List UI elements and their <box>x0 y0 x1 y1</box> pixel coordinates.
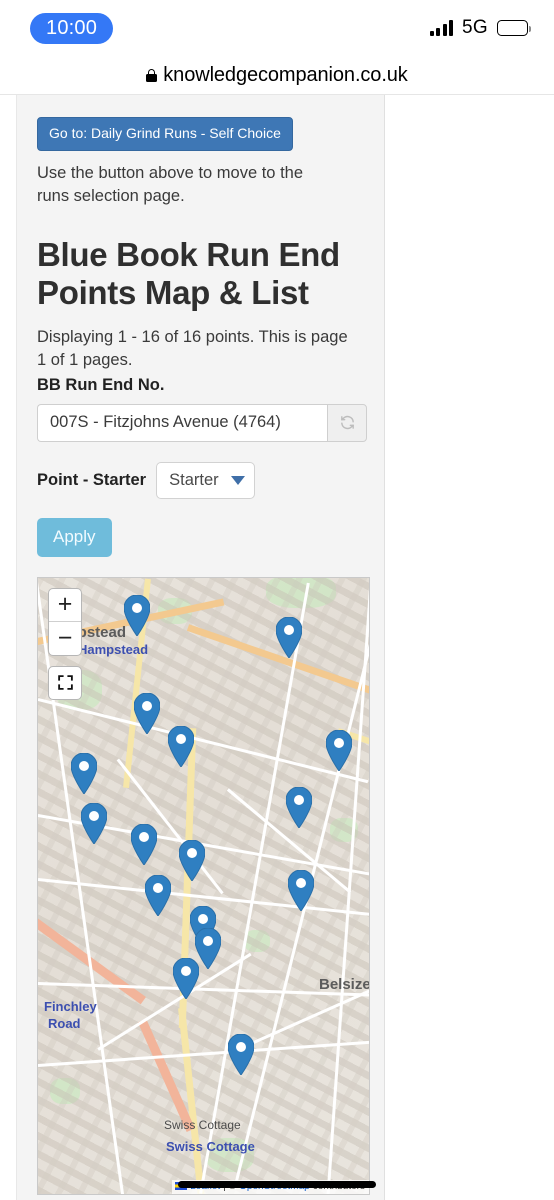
lock-icon <box>146 68 158 82</box>
map-marker[interactable] <box>326 729 352 771</box>
point-type-row: Point - Starter Starter <box>37 461 364 499</box>
map-marker[interactable] <box>145 874 171 916</box>
battery-full-icon <box>497 20 531 36</box>
map-marker[interactable] <box>168 725 194 767</box>
map-label: Swiss Cottage <box>164 1117 241 1132</box>
page-title: Blue Book Run End Points Map & List <box>37 235 340 312</box>
point-type-select[interactable]: Starter <box>156 461 255 499</box>
home-indicator <box>178 1181 376 1188</box>
phone-screen: 10:00 5G knowledgecompanion.co.uk Go to:… <box>0 0 554 1200</box>
zoom-out-button[interactable]: − <box>49 622 81 655</box>
status-bar: 10:00 5G <box>0 0 554 56</box>
status-indicators: 5G <box>429 17 531 39</box>
helper-text: Use the button above to move to the runs… <box>37 164 304 206</box>
fullscreen-icon[interactable] <box>48 665 82 700</box>
point-type-value: Starter <box>169 470 219 489</box>
apply-button[interactable]: Apply <box>37 517 112 557</box>
web-content-viewport: Go to: Daily Grind Runs - Self Choice Us… <box>0 94 554 1200</box>
run-end-field-label: BB Run End No. <box>37 375 165 394</box>
map-marker[interactable] <box>124 594 150 636</box>
map-label: Belsize <box>319 975 370 993</box>
map-marker[interactable] <box>276 616 302 658</box>
run-end-input-row: 007S - Fitzjohns Avenue (4764) <box>37 403 367 442</box>
leaflet-map[interactable]: ampstead Hampstead Finchley Road Swiss C… <box>37 576 370 1195</box>
status-time-pill: 10:00 <box>30 12 114 44</box>
map-label: Finchley <box>44 998 97 1014</box>
zoom-in-button[interactable]: + <box>49 589 81 622</box>
run-end-input[interactable]: 007S - Fitzjohns Avenue (4764) <box>37 403 327 442</box>
map-marker[interactable] <box>288 869 314 911</box>
goto-daily-grind-runs-button[interactable]: Go to: Daily Grind Runs - Self Choice <box>37 117 293 152</box>
map-marker[interactable] <box>131 823 157 865</box>
map-marker[interactable] <box>228 1033 254 1075</box>
map-label: Hampstead <box>78 641 149 657</box>
map-marker[interactable] <box>173 957 199 999</box>
map-zoom-controls[interactable]: + − <box>48 587 82 656</box>
map-tile-layer <box>38 577 369 1194</box>
map-marker[interactable] <box>71 752 97 794</box>
url-text: knowledgecompanion.co.uk <box>163 63 408 86</box>
signal-bars-icon <box>429 20 454 36</box>
point-type-label: Point - Starter <box>37 470 147 489</box>
browser-url-bar[interactable]: knowledgecompanion.co.uk <box>0 56 554 94</box>
network-type-label: 5G <box>462 17 488 38</box>
map-marker[interactable] <box>286 786 312 828</box>
map-marker[interactable] <box>179 839 205 881</box>
page-container: Go to: Daily Grind Runs - Self Choice Us… <box>16 95 385 1200</box>
chevron-down-icon <box>230 475 245 485</box>
map-label: Road <box>48 1015 81 1031</box>
map-marker[interactable] <box>81 802 107 844</box>
map-label: Swiss Cottage <box>166 1138 255 1154</box>
refresh-icon[interactable] <box>327 403 367 442</box>
results-count-text: Displaying 1 - 16 of 16 points. This is … <box>37 328 348 370</box>
page-content: Go to: Daily Grind Runs - Self Choice Us… <box>17 95 384 1195</box>
map-marker[interactable] <box>134 692 160 734</box>
